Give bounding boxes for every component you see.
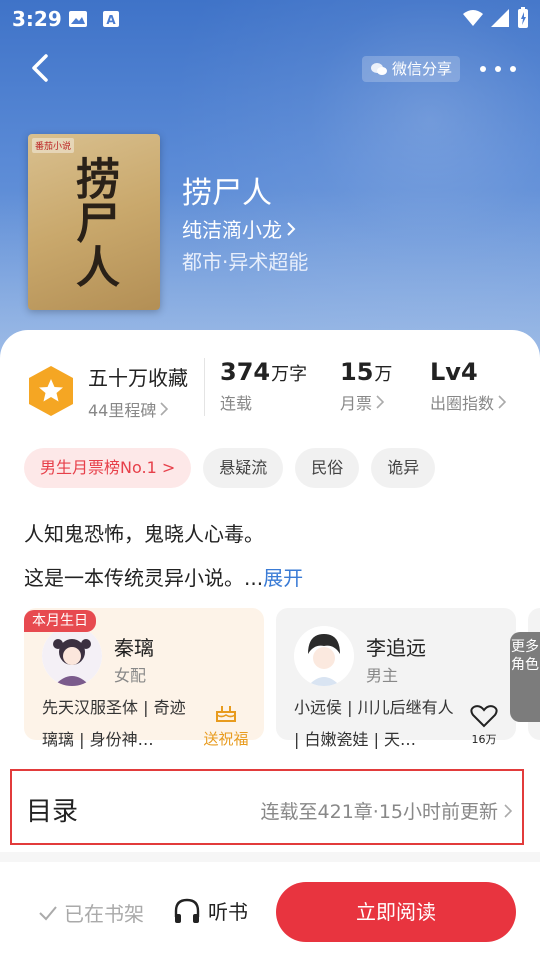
- intro-line-2: 这是一本传统灵异小说。: [24, 566, 244, 590]
- character-card[interactable]: 李追远 男主 小远侯 | 川儿后继有人 | 白嫩瓷娃 | 天… 16万: [276, 608, 516, 749]
- character-role: 女配: [114, 666, 147, 685]
- intro-ellipsis: ...: [244, 566, 264, 590]
- battery-icon: [518, 7, 528, 28]
- tickets-stat[interactable]: 15万 月票: [340, 358, 392, 414]
- book-genre: 都市·异术超能: [182, 250, 309, 274]
- wifi-icon: [463, 10, 483, 26]
- tag-item[interactable]: 民俗: [295, 448, 360, 488]
- wechat-icon: [371, 63, 387, 75]
- birthday-badge: 本月生日: [24, 610, 96, 632]
- character-name: 李追远: [366, 636, 426, 660]
- character-role: 男主: [366, 666, 399, 685]
- dot-icon: [495, 66, 501, 72]
- image-icon: [69, 11, 87, 27]
- a-icon: A: [103, 11, 119, 27]
- star-badge-icon: [29, 366, 73, 416]
- collect-sub: 44里程碑: [88, 397, 188, 421]
- level-label: 出圈指数: [430, 394, 495, 413]
- cake-icon: [216, 706, 236, 722]
- tickets-num: 15: [340, 358, 374, 386]
- tag-item[interactable]: 诡异: [371, 448, 436, 488]
- chevron-right-icon: [160, 402, 169, 416]
- words-unit: 万字: [271, 364, 308, 385]
- read-now-button[interactable]: 立即阅读: [276, 882, 516, 942]
- tag-list: 男生月票榜No.1 > 悬疑流 民俗 诡异: [24, 448, 436, 488]
- intro-line-2-wrap: 这是一本传统灵异小说。...展开: [24, 556, 303, 600]
- words-label: 连载: [220, 394, 253, 413]
- chevron-right-icon: [504, 803, 512, 818]
- toc-status-wrap: 连载至421章·15小时前更新: [261, 797, 512, 824]
- collect-value: 五十万收藏: [88, 366, 188, 390]
- back-icon[interactable]: [22, 50, 58, 86]
- chevron-right-icon: [287, 221, 296, 236]
- chevron-right-icon: [498, 395, 507, 409]
- on-shelf-status[interactable]: 已在书架: [38, 898, 144, 927]
- character-name: 秦璃: [114, 636, 154, 660]
- character-portrait-icon: [294, 626, 354, 686]
- divider: [204, 358, 205, 416]
- collect-stat[interactable]: 五十万收藏 44里程碑: [88, 362, 188, 421]
- level-stat[interactable]: Lv4 出圈指数: [430, 358, 507, 414]
- book-title: 捞尸人: [182, 176, 272, 211]
- chevron-right-icon: [376, 395, 385, 409]
- toc-status: 连载至421章·15小时前更新: [260, 801, 498, 823]
- shelf-label: 已在书架: [64, 902, 144, 926]
- more-roles-button[interactable]: 更多角色: [510, 632, 540, 722]
- book-cover[interactable]: 番茄小说 捞尸人: [28, 134, 160, 310]
- svg-text:A: A: [106, 13, 116, 27]
- book-intro: 人知鬼恐怖，鬼晓人心毒。 这是一本传统灵异小说。...展开: [24, 512, 303, 600]
- character-desc: 先天汉服圣体 | 奇迹璃璃 | 身份神…: [42, 698, 186, 749]
- headphones-icon: [174, 898, 200, 923]
- listen-button[interactable]: 听书: [172, 896, 248, 925]
- cover-brand: 番茄小说: [32, 138, 75, 153]
- bottom-bar: 已在书架 听书 立即阅读: [0, 862, 540, 960]
- status-time: 3:29: [12, 7, 62, 31]
- cover-title: 捞尸人: [68, 156, 119, 288]
- level-num: Lv4: [430, 358, 478, 386]
- author-link[interactable]: 纯洁滴小龙: [182, 214, 296, 243]
- dot-icon: [510, 66, 516, 72]
- table-of-contents[interactable]: 目录 连载至421章·15小时前更新: [10, 769, 524, 845]
- character-portrait-icon: [42, 626, 102, 686]
- avatar: [294, 626, 354, 686]
- heart-icon: [470, 705, 498, 728]
- intro-line-1: 人知鬼恐怖，鬼晓人心毒。: [24, 522, 264, 546]
- listen-label: 听书: [208, 900, 248, 924]
- send-blessing-button[interactable]: 送祝福: [200, 700, 252, 749]
- section-divider: [0, 852, 540, 862]
- wechat-share-button[interactable]: 微信分享: [362, 56, 461, 82]
- more-options-button[interactable]: [480, 56, 516, 82]
- tickets-unit: 万: [374, 364, 393, 385]
- tag-item[interactable]: 悬疑流: [203, 448, 284, 488]
- words-num: 374: [220, 358, 271, 386]
- toc-title: 目录: [26, 797, 79, 827]
- share-label: 微信分享: [392, 60, 453, 78]
- expand-link[interactable]: 展开: [263, 566, 303, 590]
- like-button[interactable]: 16万: [466, 704, 502, 747]
- dot-icon: [480, 66, 486, 72]
- bless-label: 送祝福: [203, 730, 249, 748]
- like-count: 16万: [471, 733, 497, 746]
- author-name: 纯洁滴小龙: [182, 218, 282, 242]
- top-nav: 微信分享: [0, 40, 540, 96]
- words-stat: 374万字 连载: [220, 358, 307, 414]
- status-bar: 3:29 A: [0, 0, 540, 36]
- tickets-label: 月票: [340, 394, 373, 413]
- collect-sub-label: 44里程碑: [88, 401, 157, 420]
- check-icon: [39, 905, 57, 920]
- tag-ranking[interactable]: 男生月票榜No.1 >: [24, 448, 192, 488]
- avatar: [42, 626, 102, 686]
- character-desc: 小远侯 | 川儿后继有人 | 白嫩瓷娃 | 天…: [294, 698, 454, 749]
- signal-icon: [491, 9, 509, 27]
- stats-row: 五十万收藏 44里程碑 374万字 连载 15万 月票 Lv4 出圈指数: [0, 346, 540, 430]
